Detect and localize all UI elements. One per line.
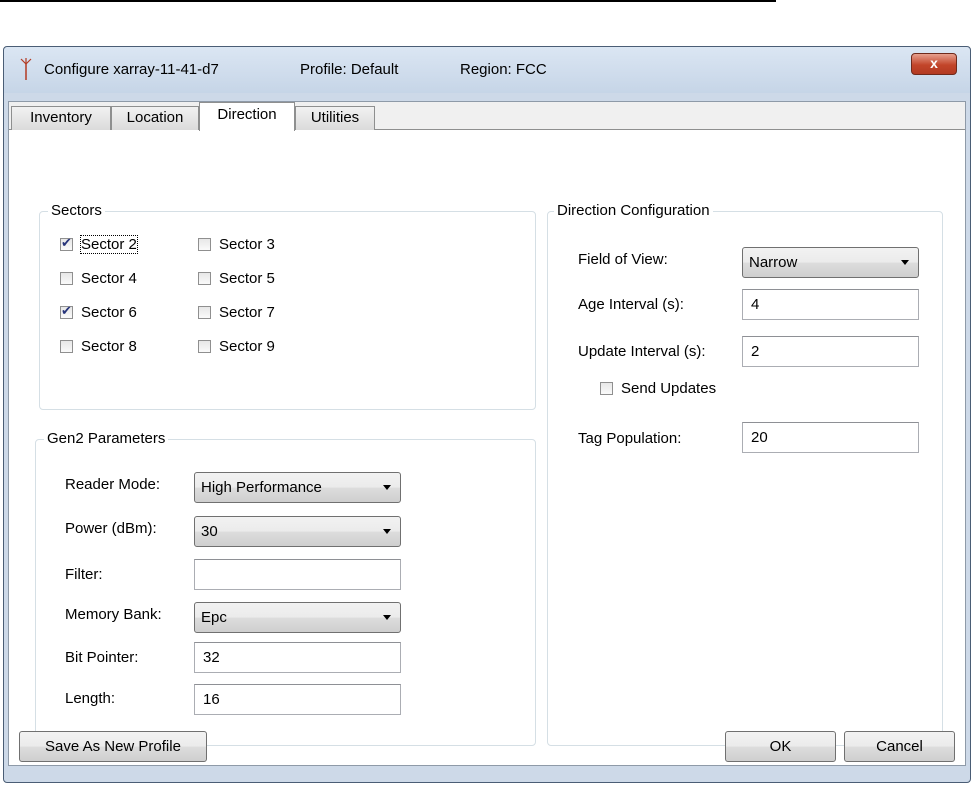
cancel-button[interactable]: Cancel [844,731,955,762]
sector-3-checkbox[interactable]: Sector 3 [198,236,275,253]
sector-6-label: Sector 6 [81,304,137,321]
age-interval-label: Age Interval (s): [578,296,684,313]
chevron-down-icon [901,260,909,265]
region-label: Region: FCC [460,61,547,78]
sector-3-label: Sector 3 [219,236,275,253]
field-of-view-value: Narrow [749,254,798,271]
antenna-icon [20,58,32,80]
sector-8-checkbox[interactable]: Sector 8 [60,338,137,355]
update-interval-label: Update Interval (s): [578,343,706,360]
checkbox-checked-icon [60,235,73,251]
gen2-group-title: Gen2 Parameters [44,430,169,447]
chevron-down-icon [383,615,391,620]
tab-utilities[interactable]: Utilities [295,106,375,130]
checkbox-icon [60,272,73,285]
direction-configuration-group: Direction Configuration Field of View: N… [547,202,943,746]
tab-direction[interactable]: Direction [199,102,295,131]
sector-2-checkbox[interactable]: Sector 2 [60,235,138,254]
reader-mode-value: High Performance [201,479,322,496]
send-updates-label: Send Updates [621,380,717,397]
configure-dialog: Configure xarray-11-41-d7 Profile: Defau… [3,46,971,783]
checkbox-icon [600,382,613,395]
field-of-view-label: Field of View: [578,251,668,268]
bit-pointer-input[interactable]: 32 [194,642,401,673]
send-updates-checkbox[interactable]: Send Updates [600,380,716,397]
power-value: 30 [201,523,218,540]
sector-4-checkbox[interactable]: Sector 4 [60,270,137,287]
update-interval-input[interactable]: 2 [742,336,919,367]
sector-5-checkbox[interactable]: Sector 5 [198,270,275,287]
filter-label: Filter: [65,566,103,583]
memory-bank-select[interactable]: Epc [194,602,401,633]
tab-inventory[interactable]: Inventory [11,106,111,130]
direction-group-title: Direction Configuration [554,202,713,219]
length-label: Length: [65,690,116,707]
dialog-body: Inventory Location Direction Utilities S… [8,101,966,766]
tag-population-input[interactable]: 20 [742,422,919,453]
top-divider-line [0,0,776,2]
sector-7-label: Sector 7 [219,304,275,321]
sectors-group-title: Sectors [48,202,105,219]
close-button[interactable]: x [911,53,957,75]
window-title: Configure xarray-11-41-d7 [44,61,219,78]
save-as-new-profile-button[interactable]: Save As New Profile [19,731,207,762]
ok-button[interactable]: OK [725,731,836,762]
checkbox-icon [198,340,211,353]
age-interval-input[interactable]: 4 [742,289,919,320]
sector-7-checkbox[interactable]: Sector 7 [198,304,275,321]
checkbox-icon [198,306,211,319]
checkbox-icon [198,272,211,285]
filter-input[interactable] [194,559,401,590]
tab-strip: Inventory Location Direction Utilities [9,102,965,131]
checkbox-icon [198,238,211,251]
reader-mode-select[interactable]: High Performance [194,472,401,503]
sectors-group: Sectors Sector 2 Sector 3 Sector 4 Secto… [39,202,536,410]
length-input[interactable]: 16 [194,684,401,715]
sector-4-label: Sector 4 [81,270,137,287]
checkbox-icon [60,340,73,353]
power-label: Power (dBm): [65,520,157,537]
sector-2-label: Sector 2 [80,235,138,254]
power-select[interactable]: 30 [194,516,401,547]
checkbox-checked-icon [60,303,73,319]
sector-8-label: Sector 8 [81,338,137,355]
tab-location[interactable]: Location [111,106,199,130]
chevron-down-icon [383,485,391,490]
close-icon: x [930,55,938,71]
direction-tab-panel: Sectors Sector 2 Sector 3 Sector 4 Secto… [9,130,965,765]
gen2-parameters-group: Gen2 Parameters Reader Mode: High Perfor… [35,430,536,746]
sector-5-label: Sector 5 [219,270,275,287]
memory-bank-label: Memory Bank: [65,606,162,623]
memory-bank-value: Epc [201,609,227,626]
sector-9-label: Sector 9 [219,338,275,355]
sector-6-checkbox[interactable]: Sector 6 [60,303,137,321]
chevron-down-icon [383,529,391,534]
bit-pointer-label: Bit Pointer: [65,649,139,666]
reader-mode-label: Reader Mode: [65,476,161,493]
profile-label: Profile: Default [300,61,399,78]
field-of-view-select[interactable]: Narrow [742,247,919,278]
title-bar[interactable]: Configure xarray-11-41-d7 Profile: Defau… [4,47,970,93]
tag-population-label: Tag Population: [578,430,682,447]
sector-9-checkbox[interactable]: Sector 9 [198,338,275,355]
